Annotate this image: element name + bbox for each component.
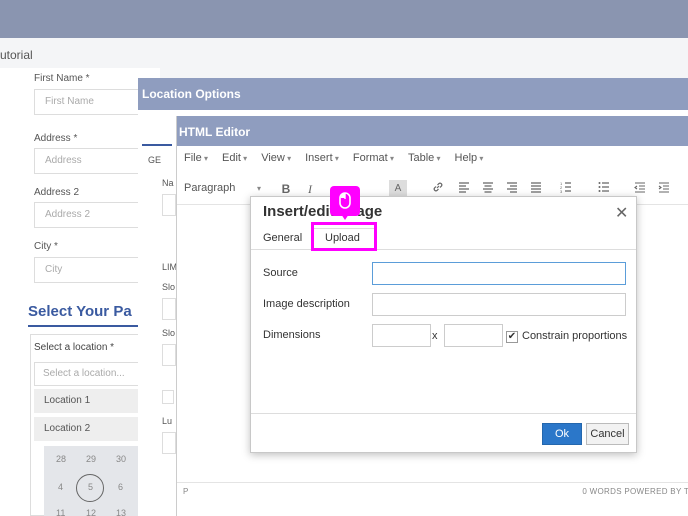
address2-label: Address 2 — [34, 187, 80, 198]
address2-input[interactable]: Address 2 — [34, 202, 154, 228]
location-side-label: GE — [148, 155, 162, 165]
menu-view[interactable]: View — [254, 152, 298, 170]
element-path[interactable]: P — [183, 487, 188, 496]
image-description-label: Image description — [263, 298, 350, 310]
mouse-icon — [339, 192, 351, 209]
location-side-label: Slo — [162, 282, 176, 292]
html-editor-title: HTML Editor — [177, 116, 688, 146]
city-input[interactable]: City — [34, 257, 154, 283]
select-location-label: Select a location * — [34, 342, 115, 353]
height-input[interactable] — [444, 324, 503, 347]
calendar-day[interactable]: 30 — [116, 454, 126, 464]
close-icon[interactable]: ✕ — [615, 203, 628, 223]
calendar-day[interactable]: 12 — [86, 508, 96, 516]
location-side-input[interactable] — [162, 194, 176, 216]
menu-table[interactable]: Table — [401, 152, 448, 170]
city-label: City * — [34, 241, 58, 252]
calendar: 28 29 30 4 5 6 11 12 13 — [44, 446, 144, 516]
location-side-label: Slo — [162, 328, 176, 338]
tab-general[interactable]: General — [263, 232, 302, 244]
insert-image-dialog: Insert/edit image ✕ General Upload Sourc… — [250, 196, 637, 453]
location-side-input[interactable] — [162, 344, 176, 366]
first-name-input[interactable]: First Name — [34, 89, 154, 115]
location-option-2[interactable]: Location 2 — [34, 417, 154, 441]
calendar-day[interactable]: 29 — [86, 454, 96, 464]
address-label: Address * — [34, 133, 78, 144]
chevron-down-icon: ▾ — [257, 184, 262, 193]
location-side-input[interactable] — [162, 298, 176, 320]
width-input[interactable] — [372, 324, 431, 347]
menu-file[interactable]: File — [177, 152, 215, 170]
calendar-day[interactable]: 11 — [56, 508, 65, 516]
image-description-input[interactable] — [372, 293, 626, 316]
indent-icon[interactable] — [655, 180, 673, 198]
dialog-title: Insert/edit image — [263, 203, 383, 220]
block-format-select[interactable]: Paragraph — [184, 182, 235, 194]
location-tab-indicator — [142, 144, 172, 146]
location-side-label: LIM — [162, 262, 178, 272]
menu-format[interactable]: Format — [346, 152, 401, 170]
section-heading: Select Your Pa — [28, 303, 132, 320]
select-location-input[interactable]: Select a location... — [34, 362, 154, 386]
location-option-1[interactable]: Location 1 — [34, 389, 154, 413]
constrain-proportions-checkbox[interactable]: ✔ — [506, 331, 518, 343]
upload-tab-highlight — [311, 222, 377, 251]
location-options-title: Location Options — [138, 78, 688, 110]
ok-button[interactable]: Ok — [542, 423, 582, 445]
calendar-day[interactable]: 4 — [58, 482, 63, 492]
dimensions-label: Dimensions — [263, 329, 321, 341]
click-marker — [330, 186, 360, 220]
location-side-label: Lu — [162, 416, 173, 426]
editor-statusbar: P 0 WORDS POWERED BY T — [177, 482, 688, 502]
cancel-button[interactable]: Cancel — [586, 423, 629, 445]
menu-help[interactable]: Help — [448, 152, 491, 170]
menu-insert[interactable]: Insert — [298, 152, 346, 170]
first-name-label: First Name * — [34, 73, 90, 84]
calendar-day[interactable]: 6 — [118, 482, 123, 492]
editor-menubar: File Edit View Insert Format Table Help — [177, 152, 688, 170]
heading-underline — [28, 325, 138, 327]
svg-text:3: 3 — [560, 189, 563, 193]
calendar-day[interactable]: 5 — [88, 482, 93, 492]
word-count: 0 WORDS POWERED BY T — [582, 487, 688, 496]
dialog-footer: Ok Cancel — [251, 413, 636, 453]
location-side-checkbox[interactable] — [162, 390, 174, 404]
constrain-proportions-label[interactable]: Constrain proportions — [522, 330, 627, 342]
dialog-tabs: General Upload — [251, 227, 636, 250]
address-input[interactable]: Address — [34, 148, 154, 174]
dimension-separator: x — [432, 330, 438, 342]
tutorial-title: utorial — [0, 48, 33, 62]
calendar-day[interactable]: 13 — [116, 508, 126, 516]
source-input[interactable] — [372, 262, 626, 285]
source-label: Source — [263, 267, 298, 279]
location-side-label: Na — [162, 178, 174, 188]
checkmark-icon: ✔ — [507, 331, 517, 342]
menu-edit[interactable]: Edit — [215, 152, 254, 170]
page-top-bar — [0, 0, 688, 38]
calendar-day[interactable]: 28 — [56, 454, 66, 464]
location-side-input[interactable] — [162, 432, 176, 454]
